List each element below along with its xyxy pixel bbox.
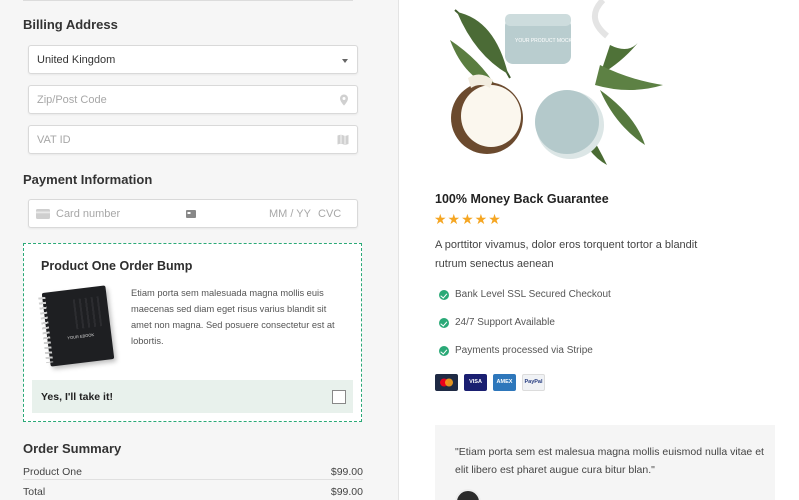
product-mockup-image: YOUR PRODUCT MOCKUP bbox=[450, 0, 663, 165]
paypal-label: PayPal bbox=[524, 379, 543, 385]
summary-item-amount: $99.00 bbox=[330, 466, 363, 478]
country-select[interactable]: United Kingdom bbox=[28, 45, 358, 74]
vat-id-field[interactable]: VAT ID bbox=[28, 125, 358, 154]
paypal-icon: PayPal bbox=[522, 374, 545, 391]
divider bbox=[23, 479, 363, 480]
feature-label: Bank Level SSL Secured Checkout bbox=[455, 289, 611, 300]
checkout-form-panel: Billing Address United Kingdom Zip/Post … bbox=[0, 0, 399, 500]
order-bump-title: Product One Order Bump bbox=[41, 259, 193, 273]
zip-code-placeholder: Zip/Post Code bbox=[37, 94, 107, 106]
feature-label: 24/7 Support Available bbox=[455, 317, 555, 328]
summary-total-amount: $99.00 bbox=[330, 486, 363, 498]
jar-label: YOUR PRODUCT MOCKUP bbox=[515, 38, 579, 44]
amex-icon: AMEX bbox=[493, 374, 516, 391]
location-pin-icon bbox=[340, 94, 348, 106]
star-rating: ★★★★★ bbox=[434, 212, 502, 228]
zip-code-field[interactable]: Zip/Post Code bbox=[28, 85, 358, 114]
billing-address-heading: Billing Address bbox=[23, 17, 118, 32]
summary-total-row: Total $99.00 bbox=[23, 486, 363, 498]
visa-icon: VISA bbox=[464, 374, 487, 391]
amex-label: AMEX bbox=[496, 379, 513, 385]
order-bump-accept-bar[interactable]: Yes, I'll take it! bbox=[32, 380, 353, 413]
card-number-placeholder: Card number bbox=[56, 208, 121, 220]
check-circle-icon bbox=[439, 318, 449, 328]
guarantee-description: A porttitor vivamus, dolor eros torquent… bbox=[435, 239, 698, 270]
order-bump: Product One Order Bump YOUR EBOOK Etiam … bbox=[23, 243, 362, 422]
card-brand-icon bbox=[186, 210, 196, 218]
notebook-pattern bbox=[72, 296, 103, 330]
vat-id-placeholder: VAT ID bbox=[37, 134, 71, 146]
expiry-placeholder[interactable]: MM / YY bbox=[269, 208, 311, 220]
order-bump-description: Etiam porta sem malesuada magna mollis e… bbox=[131, 288, 335, 346]
product-info-panel: YOUR PRODUCT MOCKUP 100% Money Back Guar… bbox=[399, 0, 799, 500]
country-select-value: United Kingdom bbox=[37, 54, 116, 66]
divider bbox=[23, 0, 353, 1]
notebook-spiral bbox=[38, 296, 54, 364]
order-summary-heading: Order Summary bbox=[23, 441, 122, 456]
ebook-cover-text: YOUR EBOOK bbox=[67, 332, 95, 341]
feature-label: Payments processed via Stripe bbox=[455, 345, 593, 356]
order-bump-accept-label: Yes, I'll take it! bbox=[41, 391, 113, 403]
card-number-field[interactable]: Card number MM / YY CVC bbox=[28, 199, 358, 228]
ebook-product-image: YOUR EBOOK bbox=[38, 285, 115, 367]
summary-item-label: Product One bbox=[23, 466, 82, 478]
map-icon bbox=[337, 134, 349, 145]
cvc-placeholder[interactable]: CVC bbox=[318, 208, 341, 220]
payment-information-heading: Payment Information bbox=[23, 172, 153, 187]
testimonial-quote: "Etiam porta sem est malesua magna molli… bbox=[455, 446, 764, 476]
check-circle-icon bbox=[439, 290, 449, 300]
credit-card-icon bbox=[36, 209, 50, 219]
mastercard-icon bbox=[435, 374, 458, 391]
visa-label: VISA bbox=[469, 379, 482, 385]
summary-row: Product One $99.00 bbox=[23, 466, 363, 478]
chevron-down-icon bbox=[342, 59, 348, 63]
guarantee-title: 100% Money Back Guarantee bbox=[435, 192, 609, 206]
avatar bbox=[455, 489, 481, 500]
testimonial-card: "Etiam porta sem est malesua magna molli… bbox=[435, 425, 775, 500]
order-bump-checkbox[interactable] bbox=[332, 390, 346, 404]
check-circle-icon bbox=[439, 346, 449, 356]
summary-total-label: Total bbox=[23, 486, 46, 498]
